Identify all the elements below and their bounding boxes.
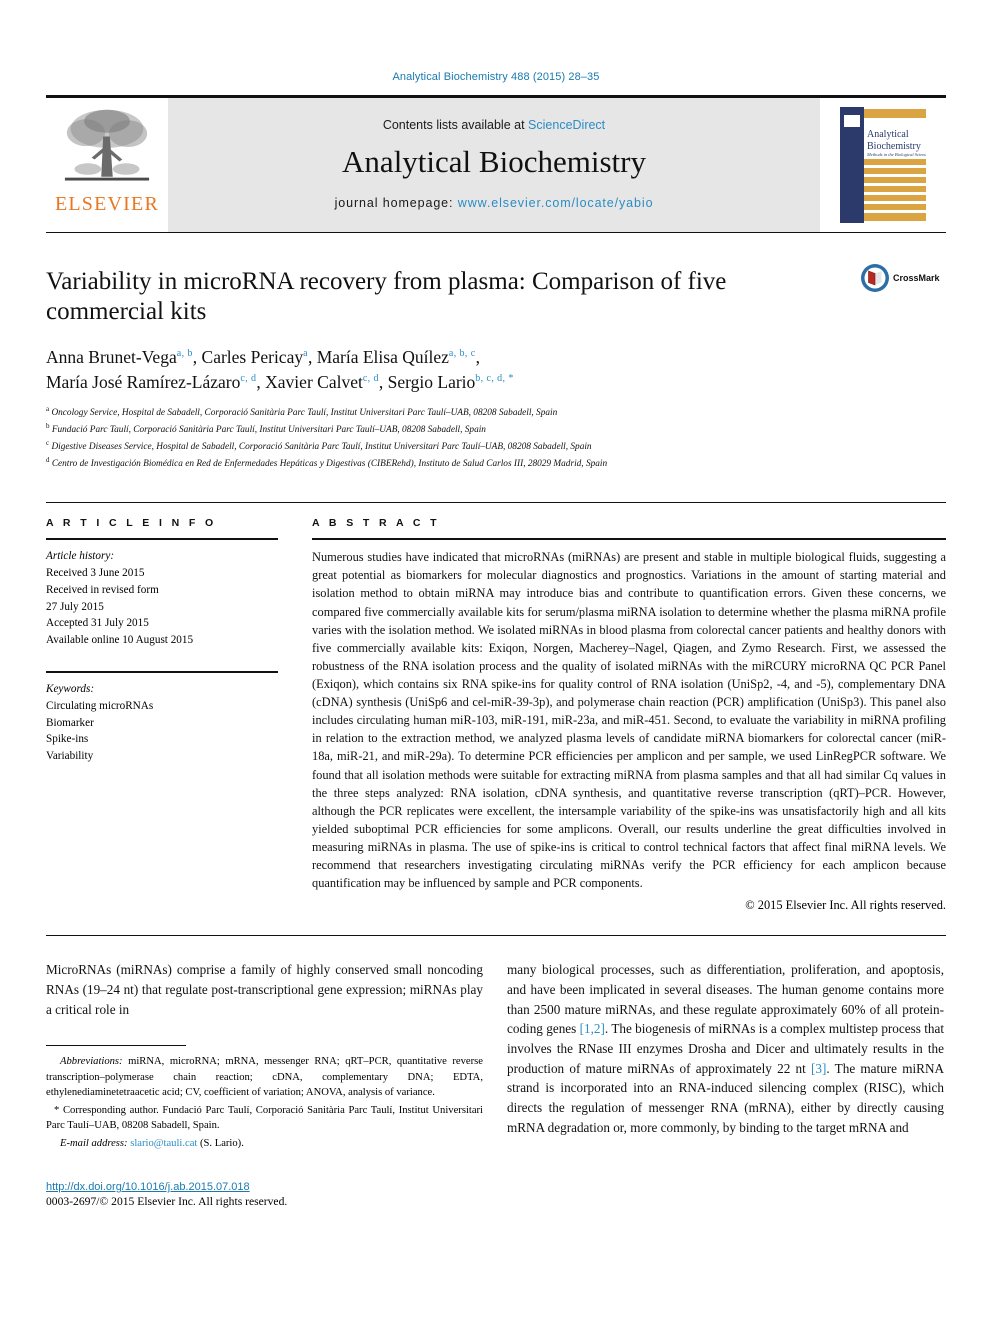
journal-homepage-line: journal homepage: www.elsevier.com/locat… [335, 196, 654, 210]
keyword-item: Biomarker [46, 716, 94, 729]
article-history-label: Article history: [46, 550, 115, 563]
author-affil-marks: c, d [362, 373, 379, 385]
author-affil-marks: a, b, c [448, 348, 476, 360]
homepage-label: journal homepage: [334, 196, 454, 210]
abstract-heading: A B S T R A C T [312, 517, 440, 530]
author-affil-marks: c, d [240, 373, 257, 385]
author-sep: , [378, 371, 388, 392]
footnote-rule [46, 1045, 186, 1054]
keywords-label: Keywords: [46, 683, 95, 696]
crossmark-badge[interactable]: CrossMark [860, 263, 946, 293]
divider [312, 538, 946, 541]
author-sep: , [475, 347, 480, 367]
body-column-left: MicroRNAs (miRNAs) comprise a family of … [46, 960, 483, 1208]
author-affil-marks: a, b [176, 348, 193, 360]
author-list: Anna Brunet-Vegaa, b, Carles Pericaya, M… [46, 345, 946, 395]
body-columns: MicroRNAs (miRNAs) comprise a family of … [46, 960, 946, 1208]
body-paragraph: MicroRNAs (miRNAs) comprise a family of … [46, 962, 483, 1017]
author-name: Anna Brunet-Vega [46, 347, 177, 367]
journal-cover-image: Analytical Biochemistry Methods in the B… [840, 107, 926, 223]
affiliation-mark: a [46, 404, 50, 413]
affiliation-mark: c [46, 438, 50, 447]
body-paragraph: many biological processes, such as diffe… [507, 960, 944, 1137]
affiliation-item: a Oncology Service, Hospital de Sabadell… [46, 404, 946, 421]
elsevier-logo: ELSEVIER [46, 98, 168, 232]
svg-text:Biochemistry: Biochemistry [867, 141, 921, 152]
history-item: Available online 10 August 2015 [46, 634, 194, 647]
keyword-item: Variability [46, 750, 94, 763]
elsevier-wordmark: ELSEVIER [54, 193, 160, 215]
journal-masthead: ELSEVIER Contents lists available at Sci… [46, 95, 946, 233]
author-name: María José Ramírez-Lázaro [46, 371, 241, 392]
author-sep: , [256, 371, 266, 392]
affiliation-item: c Digestive Diseases Service, Hospital d… [46, 438, 946, 455]
masthead-center: Contents lists available at ScienceDirec… [168, 98, 820, 232]
homepage-url-link[interactable]: www.elsevier.com/locate/yabio [458, 196, 654, 210]
affiliation-text: Digestive Diseases Service, Hospital de … [51, 442, 592, 453]
title-block: Variability in microRNA recovery from pl… [46, 264, 946, 327]
journal-cover-thumbnail: Analytical Biochemistry Methods in the B… [820, 98, 946, 232]
affiliation-text: Oncology Service, Hospital de Sabadell, … [51, 407, 558, 418]
history-item: Accepted 31 July 2015 [46, 617, 149, 630]
author-sep: , [307, 347, 317, 367]
info-abstract-section: A R T I C L E I N F O Article history: R… [46, 502, 946, 913]
abstract-copyright: © 2015 Elsevier Inc. All rights reserved… [745, 898, 946, 913]
email-suffix: (S. Lario). [197, 1137, 244, 1149]
affiliation-item: b Fundació Parc Taulí, Corporació Sanità… [46, 421, 946, 438]
author-name: Sergio Lario [387, 371, 476, 392]
crossmark-icon [861, 264, 889, 292]
author-name: Xavier Calvet [265, 371, 363, 392]
body-column-right: many biological processes, such as diffe… [507, 960, 944, 1208]
affiliation-mark: b [46, 421, 50, 430]
footnote-email: E-mail address: slario@tauli.cat (S. Lar… [46, 1136, 483, 1151]
citation-link[interactable]: [1,2] [580, 1021, 605, 1036]
contents-available-line: Contents lists available at ScienceDirec… [383, 118, 605, 132]
footnote-abbreviations: Abbreviations: miRNA, microRNA; mRNA, me… [46, 1054, 483, 1100]
history-item: 27 July 2015 [46, 600, 104, 613]
divider [46, 538, 278, 541]
crossmark-label: CrossMark [893, 273, 940, 283]
keyword-item: Circulating microRNAs [46, 699, 154, 712]
email-link[interactable]: slario@tauli.cat [130, 1138, 197, 1149]
abstract-body: Numerous studies have indicated that mic… [312, 550, 946, 891]
sciencedirect-link[interactable]: ScienceDirect [528, 118, 605, 132]
affiliation-item: d Centro de Investigación Biomédica en R… [46, 455, 946, 472]
footer-doi-block: http://dx.doi.org/10.1016/j.ab.2015.07.0… [46, 1181, 483, 1208]
author-name: María Elisa Quílez [316, 347, 449, 367]
abbreviations-label: Abbreviations: [60, 1056, 123, 1068]
issn-copyright: 0003-2697/© 2015 Elsevier Inc. All right… [46, 1195, 288, 1209]
affiliation-mark: d [46, 456, 50, 465]
author-line-1: Anna Brunet-Vegaa, b, Carles Pericaya, M… [46, 345, 946, 370]
affiliation-text: Fundació Parc Taulí, Corporació Sanitàri… [51, 424, 486, 435]
author-affil-marks: b, c, d, * [475, 373, 514, 385]
elsevier-tree-icon [64, 109, 150, 181]
citation-link[interactable]: [3] [811, 1061, 826, 1076]
author-name: Carles Pericay [201, 347, 304, 367]
divider [46, 671, 278, 674]
affiliation-list: a Oncology Service, Hospital de Sabadell… [46, 404, 946, 473]
svg-text:Methods in the Biological Scie: Methods in the Biological Sciences [866, 152, 926, 157]
divider [46, 935, 946, 937]
footnote-corresponding-author: * Corresponding author. Fundació Parc Ta… [46, 1104, 483, 1132]
abstract-column: A B S T R A C T Numerous studies have in… [312, 517, 946, 913]
svg-text:Analytical: Analytical [867, 129, 909, 140]
history-item: Received 3 June 2015 [46, 567, 145, 580]
page-title: Variability in microRNA recovery from pl… [46, 268, 727, 325]
article-info-heading: A R T I C L E I N F O [46, 517, 217, 530]
history-item: Received in revised form [46, 583, 159, 596]
author-sep: , [192, 347, 202, 367]
journal-title: Analytical Biochemistry [342, 144, 646, 179]
email-label: E-mail address: [60, 1137, 128, 1149]
doi-link[interactable]: http://dx.doi.org/10.1016/j.ab.2015.07.0… [46, 1181, 483, 1193]
contents-label: Contents lists available at [382, 118, 525, 132]
author-line-2: María José Ramírez-Lázaroc, d, Xavier Ca… [46, 370, 946, 395]
running-head: Analytical Biochemistry 488 (2015) 28–35 [392, 71, 600, 83]
article-info-column: A R T I C L E I N F O Article history: R… [46, 517, 278, 913]
keyword-item: Spike-ins [46, 733, 89, 746]
article-page: Analytical Biochemistry 488 (2015) 28–35 [0, 0, 992, 1323]
affiliation-text: Centro de Investigación Biomédica en Red… [51, 459, 608, 470]
